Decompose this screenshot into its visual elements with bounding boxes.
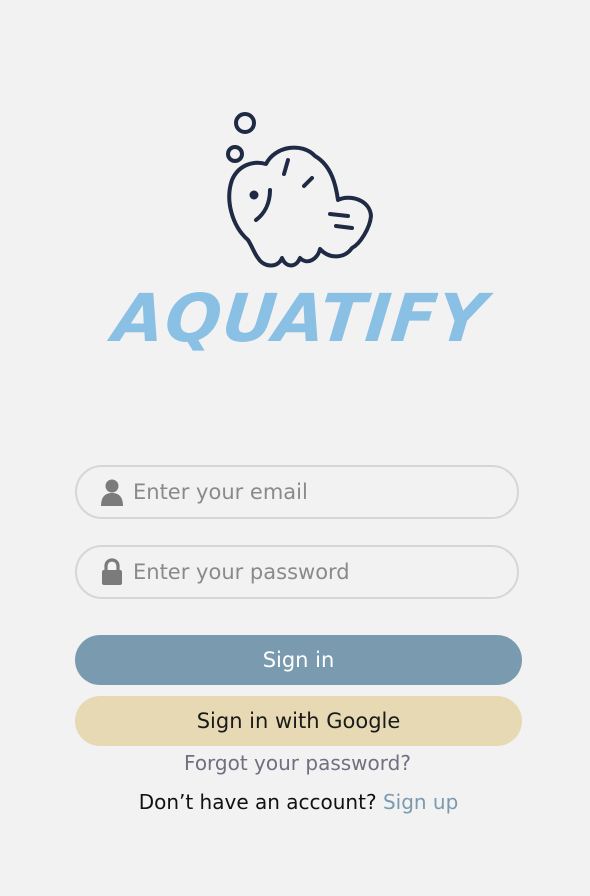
signup-row: Don’t have an account? Sign up bbox=[0, 790, 590, 814]
no-account-text: Don’t have an account? bbox=[138, 790, 377, 814]
forgot-password-link[interactable]: Forgot your password? bbox=[0, 751, 590, 775]
email-input[interactable] bbox=[133, 480, 493, 504]
user-icon bbox=[99, 477, 125, 507]
password-input[interactable] bbox=[133, 560, 493, 584]
app-wordmark: AQUATIFY bbox=[109, 279, 491, 357]
sign-in-button[interactable]: Sign in bbox=[75, 635, 522, 685]
google-sign-in-button[interactable]: Sign in with Google bbox=[75, 696, 522, 746]
logo-area: AQUATIFY bbox=[0, 0, 590, 400]
email-field[interactable] bbox=[75, 465, 519, 519]
password-field[interactable] bbox=[75, 545, 519, 599]
lock-icon bbox=[99, 557, 125, 587]
fish-icon bbox=[226, 112, 373, 268]
sign-up-link[interactable]: Sign up bbox=[383, 790, 458, 814]
